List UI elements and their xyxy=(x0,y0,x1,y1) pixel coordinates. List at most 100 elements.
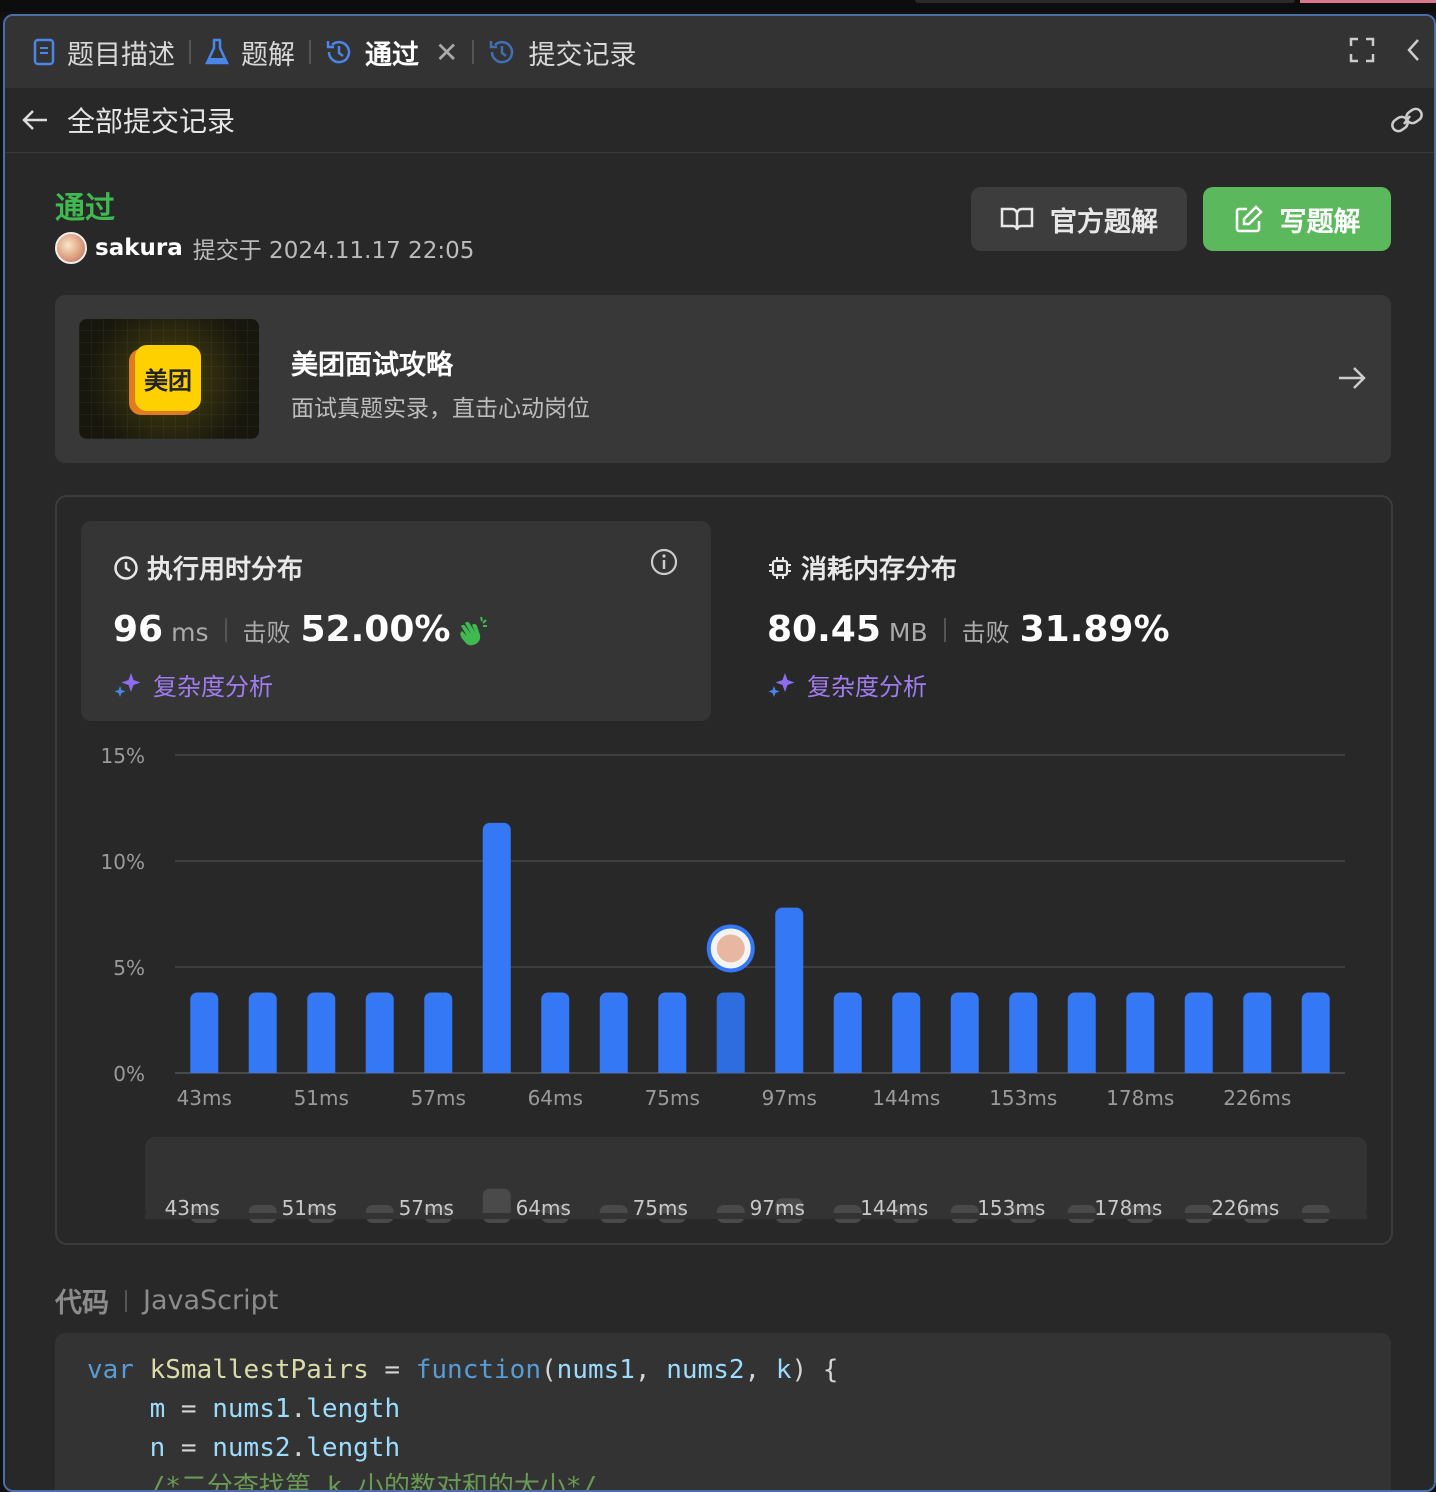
tab-solutions-label: 题解 xyxy=(241,39,295,71)
memory-card[interactable]: 消耗内存分布 80.45 MB 击败 31.89% 复杂度分析 xyxy=(735,521,1365,721)
divider xyxy=(224,617,227,642)
x-tick-label: 226ms xyxy=(1223,1086,1291,1110)
runtime-analysis-link[interactable]: 复杂度分析 xyxy=(113,667,273,702)
history-icon xyxy=(325,38,353,66)
write-solution-label: 写题解 xyxy=(1279,206,1361,238)
x-tick-label: 178ms xyxy=(1106,1086,1174,1110)
sparkle-icon xyxy=(768,672,795,697)
code-header: 代码 JavaScript xyxy=(55,1281,278,1320)
code-label: 代码 xyxy=(55,1288,109,1319)
avatar[interactable] xyxy=(55,232,87,264)
x-tick-label: 97ms xyxy=(762,1086,817,1110)
user-marker-avatar xyxy=(716,934,745,963)
sparkle-icon xyxy=(114,672,141,697)
x-tick-label: 75ms xyxy=(645,1086,700,1110)
flask-icon xyxy=(205,38,229,66)
tab-accepted[interactable]: 通过 ✕ xyxy=(317,16,466,88)
tab-divider xyxy=(309,40,311,64)
clock-icon xyxy=(114,555,138,580)
chart-bar xyxy=(658,992,687,1073)
submission-header: 全部提交记录 xyxy=(5,88,1434,153)
meituan-logo: 美团 xyxy=(135,345,201,411)
promo-subtitle: 面试真题实录，直击心动岗位 xyxy=(291,396,590,422)
submission-meta: sakura 提交于 2024.11.17 22:05 xyxy=(55,231,474,265)
runtime-beat-pct: 52.00% xyxy=(300,609,451,650)
memory-title-label: 消耗内存分布 xyxy=(801,555,958,585)
chart-bar xyxy=(1184,992,1213,1073)
chart-bar xyxy=(833,992,862,1073)
x-tick-label: 153ms xyxy=(989,1086,1057,1110)
document-icon xyxy=(33,38,55,66)
memory-beat-label: 击败 xyxy=(961,619,1010,647)
write-solution-button[interactable]: 写题解 xyxy=(1203,187,1391,251)
code-text: var kSmallestPairs = function(nums1, num… xyxy=(87,1355,839,1492)
memory-unit: MB xyxy=(888,618,928,647)
chart-bar xyxy=(541,992,570,1073)
collapse-left-icon[interactable] xyxy=(1404,36,1424,68)
chart-bar xyxy=(1301,992,1330,1073)
status-label: 通过 xyxy=(55,191,115,226)
official-solution-label: 官方题解 xyxy=(1050,206,1158,238)
tab-accepted-label: 通过 xyxy=(365,39,419,71)
chart-bar xyxy=(892,992,921,1073)
stats-panel: 执行用时分布 96 ms 击败 52.00% 复杂度分析 消耗内存分布 80.4… xyxy=(55,495,1393,1245)
brush-label: 51ms xyxy=(282,1196,337,1220)
chart-bar xyxy=(775,907,804,1073)
fullscreen-icon[interactable] xyxy=(1348,36,1376,68)
chart-bar xyxy=(365,992,394,1073)
chart-bar xyxy=(482,822,511,1073)
memory-analysis-link[interactable]: 复杂度分析 xyxy=(767,667,927,702)
brush-label: 64ms xyxy=(516,1196,571,1220)
arrow-right-icon[interactable] xyxy=(1337,363,1367,397)
brush-label: 144ms xyxy=(860,1196,928,1220)
y-tick-label: 15% xyxy=(101,744,145,768)
brush-label: 178ms xyxy=(1094,1196,1162,1220)
main-content: 通过 sakura 提交于 2024.11.17 22:05 官方题解 写题解 … xyxy=(5,153,1434,1490)
runtime-distribution-chart[interactable]: 15% 10% 5% 0% 43ms 51ms 57ms 64ms 75ms 97ms 144ms 1… xyxy=(57,733,1391,1223)
runtime-value: 96 xyxy=(113,609,164,650)
link-icon[interactable] xyxy=(1390,106,1424,138)
memory-value: 80.45 xyxy=(767,609,881,650)
chart-bar xyxy=(307,992,336,1073)
y-tick-label: 10% xyxy=(101,850,145,874)
chart-bar xyxy=(1243,992,1272,1073)
y-tick-label: 5% xyxy=(113,956,145,980)
runtime-analysis-label: 复杂度分析 xyxy=(153,673,273,701)
info-icon[interactable] xyxy=(649,547,679,581)
chip-icon xyxy=(769,556,791,579)
runtime-values: 96 ms 击败 52.00% xyxy=(113,609,490,650)
chart-bar xyxy=(1009,992,1038,1073)
promo-image: 美团 xyxy=(79,319,259,439)
top-strip xyxy=(0,0,1436,12)
tab-submissions-label: 提交记录 xyxy=(528,39,637,71)
tab-description-label: 题目描述 xyxy=(67,39,175,71)
memory-beat-pct: 31.89% xyxy=(1019,609,1170,650)
back-label[interactable]: 全部提交记录 xyxy=(67,100,235,140)
x-tick-label: 64ms xyxy=(528,1086,583,1110)
runtime-beat-label: 击败 xyxy=(242,619,291,647)
close-icon[interactable]: ✕ xyxy=(435,36,458,69)
runtime-unit: ms xyxy=(171,618,209,647)
memory-title: 消耗内存分布 xyxy=(767,549,957,586)
x-tick-label: 43ms xyxy=(177,1086,232,1110)
chart-bar xyxy=(599,992,628,1073)
chart-bar xyxy=(1067,992,1096,1073)
chart-bar xyxy=(248,992,277,1073)
x-tick-label: 144ms xyxy=(872,1086,940,1110)
x-tick-label: 51ms xyxy=(294,1086,349,1110)
tab-description[interactable]: 题目描述 xyxy=(25,16,183,88)
username[interactable]: sakura xyxy=(95,235,183,261)
chart-bar xyxy=(190,992,219,1073)
runtime-title: 执行用时分布 xyxy=(113,549,303,586)
submitted-time: 提交于 2024.11.17 22:05 xyxy=(192,238,475,264)
back-arrow-icon[interactable] xyxy=(21,106,49,134)
promo-card[interactable]: 美团 美团面试攻略 面试真题实录，直击心动岗位 xyxy=(55,295,1391,463)
divider xyxy=(943,617,946,642)
code-block[interactable]: var kSmallestPairs = function(nums1, num… xyxy=(55,1333,1391,1492)
official-solution-button[interactable]: 官方题解 xyxy=(971,187,1187,251)
tab-bar: 题目描述 题解 通过 ✕ 提交记录 xyxy=(5,16,1434,88)
tab-submissions[interactable]: 提交记录 xyxy=(480,16,644,88)
tab-solutions[interactable]: 题解 xyxy=(197,16,303,88)
book-icon xyxy=(1000,207,1034,231)
runtime-card[interactable]: 执行用时分布 96 ms 击败 52.00% 复杂度分析 xyxy=(81,521,711,721)
